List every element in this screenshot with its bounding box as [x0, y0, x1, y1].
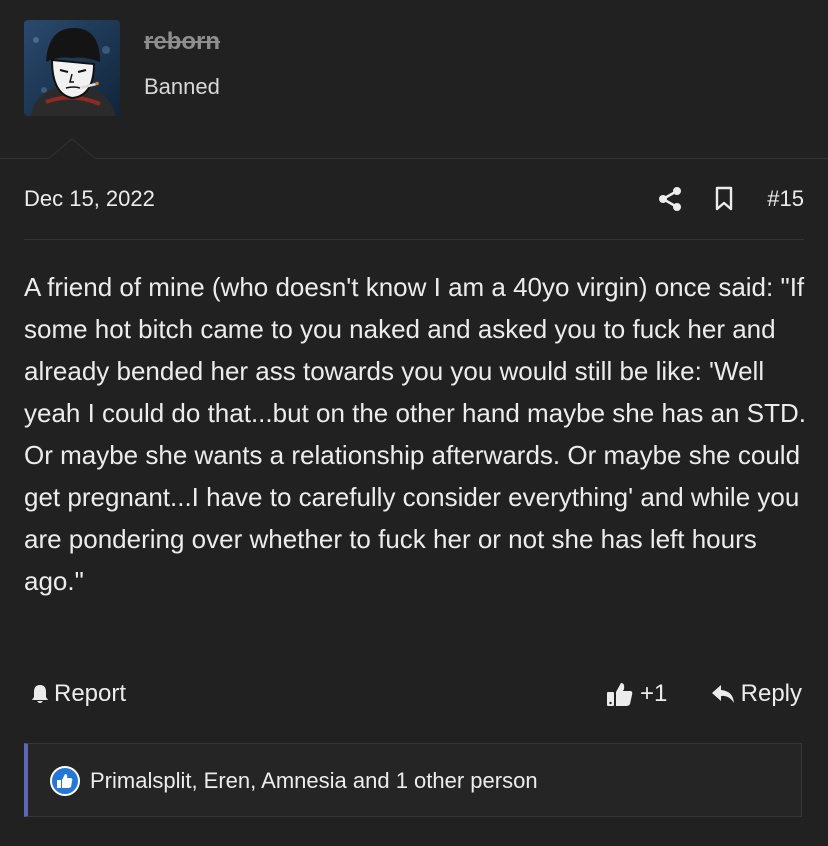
reply-icon — [711, 685, 734, 703]
report-button[interactable]: Report — [30, 680, 126, 708]
post-date[interactable]: Dec 15, 2022 — [24, 186, 155, 212]
like-reaction-icon — [50, 766, 80, 796]
meta-divider — [24, 239, 804, 240]
like-button[interactable]: +1 — [606, 680, 667, 708]
reaction-count: +1 — [640, 680, 668, 707]
header-pointer-arrow — [47, 138, 97, 160]
bookmark-icon[interactable] — [713, 186, 735, 212]
user-title: Banned — [144, 74, 220, 99]
post-meta: Dec 15, 2022 #15 — [24, 184, 804, 214]
thumbs-up-icon — [607, 683, 633, 706]
avatar-image — [24, 20, 120, 116]
username-link[interactable]: reborn — [144, 28, 220, 56]
post-footer: Report +1 Reply — [24, 676, 804, 716]
avatar[interactable] — [24, 20, 120, 116]
reactions-bar[interactable]: Primalsplit, Eren, Amnesia and 1 other p… — [24, 743, 802, 817]
header-divider — [0, 158, 828, 159]
bell-icon — [32, 685, 48, 703]
reply-button[interactable]: Reply — [711, 680, 802, 708]
post-number-link[interactable]: #15 — [767, 186, 804, 212]
user-header: reborn Banned — [0, 0, 828, 158]
share-icon[interactable] — [657, 186, 683, 212]
post-body: A friend of mine (who doesn't know I am … — [24, 272, 806, 596]
reaction-users-link[interactable]: Primalsplit, Eren, Amnesia and 1 other p… — [90, 768, 538, 794]
report-label: Report — [54, 680, 127, 707]
reply-label: Reply — [740, 680, 802, 707]
post-meta-actions: #15 — [657, 184, 804, 214]
